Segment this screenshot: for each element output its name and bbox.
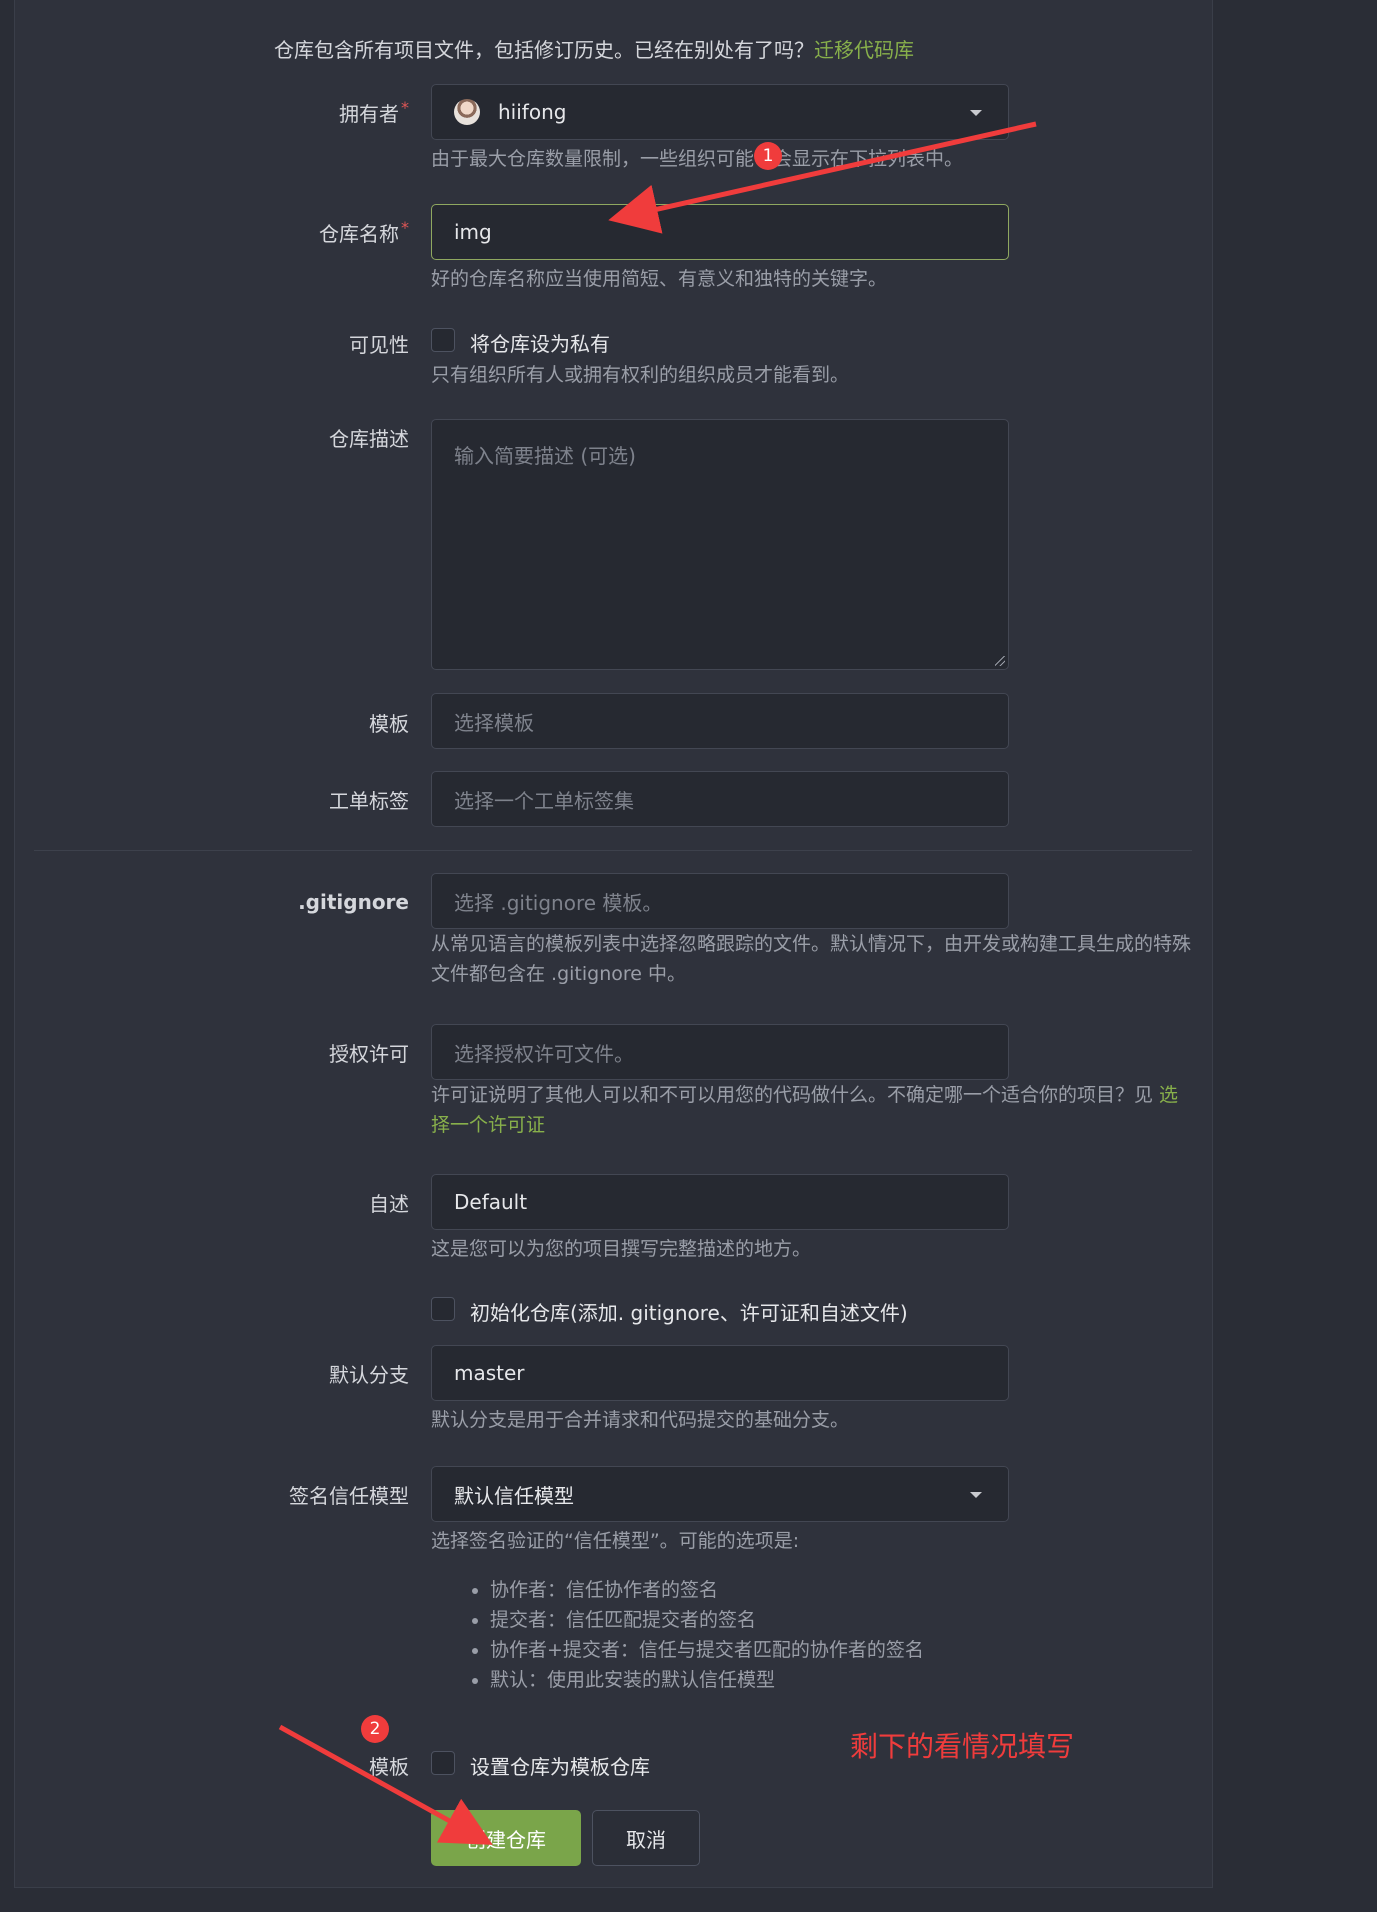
intro-message: 仓库包含所有项目文件，包括修订历史。已经在别处有了吗？ bbox=[274, 38, 814, 62]
template-placeholder: 选择模板 bbox=[454, 710, 534, 735]
default-branch-help: 默认分支是用于合并请求和代码提交的基础分支。 bbox=[431, 1409, 850, 1431]
chevron-down-icon bbox=[970, 110, 982, 116]
cancel-button[interactable]: 取消 bbox=[592, 1810, 700, 1866]
default-branch-input[interactable]: master bbox=[431, 1345, 1009, 1401]
owner-help: 由于最大仓库数量限制，一些组织可能不会显示在下拉列表中。 bbox=[431, 148, 964, 170]
list-item: 提交者：信任匹配提交者的签名 bbox=[490, 1605, 924, 1635]
required-marker: * bbox=[401, 218, 409, 237]
gitignore-label: .gitignore bbox=[298, 890, 409, 914]
annotation-marker-1: 1 bbox=[754, 142, 782, 170]
owner-label: 拥有者 * bbox=[339, 98, 409, 127]
license-label: 授权许可 bbox=[329, 1042, 409, 1066]
list-item: 协作者+提交者：信任与提交者匹配的协作者的签名 bbox=[490, 1635, 924, 1665]
license-help: 许可证说明了其他人可以和不可以用您的代码做什么。不确定哪一个适合你的项目？见 选… bbox=[431, 1080, 1191, 1140]
default-branch-value: master bbox=[454, 1361, 525, 1385]
list-item: 协作者：信任协作者的签名 bbox=[490, 1575, 924, 1605]
readme-label: 自述 bbox=[369, 1192, 409, 1216]
repo-name-value: img bbox=[454, 220, 492, 244]
gitignore-placeholder: 选择 .gitignore 模板。 bbox=[454, 890, 663, 915]
trust-model-value: 默认信任模型 bbox=[454, 1483, 574, 1508]
private-checkbox[interactable] bbox=[431, 328, 455, 352]
gitignore-help: 从常见语言的模板列表中选择忽略跟踪的文件。默认情况下，由开发或构建工具生成的特殊… bbox=[431, 933, 1192, 985]
list-item: 默认：使用此安装的默认信任模型 bbox=[490, 1665, 924, 1695]
description-label: 仓库描述 bbox=[329, 427, 409, 451]
owner-label-text: 拥有者 bbox=[339, 102, 399, 126]
chevron-down-icon bbox=[970, 1492, 982, 1498]
owner-dropdown[interactable]: hiifong bbox=[431, 84, 1009, 140]
trust-model-help: 选择签名验证的“信任模型”。可能的选项是: bbox=[431, 1530, 800, 1552]
auto-init-checkbox[interactable] bbox=[431, 1297, 455, 1321]
is-template-checkbox-label[interactable]: 设置仓库为模板仓库 bbox=[470, 1751, 650, 1780]
create-repo-button[interactable]: 创建仓库 bbox=[431, 1810, 581, 1866]
annotation-marker-2: 2 bbox=[361, 1715, 389, 1743]
section-divider bbox=[34, 850, 1192, 851]
template-select[interactable]: 选择模板 bbox=[431, 693, 1009, 749]
readme-help: 这是您可以为您的项目撰写完整描述的地方。 bbox=[431, 1238, 812, 1260]
owner-value: hiifong bbox=[498, 100, 567, 124]
private-checkbox-label[interactable]: 将仓库设为私有 bbox=[470, 328, 610, 357]
issue-labels-select[interactable]: 选择一个工单标签集 bbox=[431, 771, 1009, 827]
auto-init-checkbox-label[interactable]: 初始化仓库(添加. gitignore、许可证和自述文件) bbox=[470, 1297, 908, 1326]
trust-model-label: 签名信任模型 bbox=[289, 1484, 409, 1508]
description-textarea[interactable]: 输入简要描述 (可选) bbox=[431, 419, 1009, 670]
default-branch-label: 默认分支 bbox=[329, 1363, 409, 1387]
required-marker: * bbox=[401, 98, 409, 117]
resize-handle-icon[interactable] bbox=[995, 656, 1005, 666]
annotation-note: 剩下的看情况填写 bbox=[850, 1730, 1075, 1763]
is-template-checkbox[interactable] bbox=[431, 1751, 455, 1775]
intro-text: 仓库包含所有项目文件，包括修订历史。已经在别处有了吗？迁移代码库 bbox=[274, 34, 914, 63]
readme-select[interactable]: Default bbox=[431, 1174, 1009, 1230]
repo-name-help: 好的仓库名称应当使用简短、有意义和独特的关键字。 bbox=[431, 268, 888, 290]
visibility-help: 只有组织所有人或拥有权利的组织成员才能看到。 bbox=[431, 364, 850, 386]
template-label: 模板 bbox=[369, 712, 409, 736]
avatar bbox=[454, 99, 480, 125]
license-help-text: 许可证说明了其他人可以和不可以用您的代码做什么。不确定哪一个适合你的项目？见 bbox=[431, 1084, 1160, 1106]
gitignore-select[interactable]: 选择 .gitignore 模板。 bbox=[431, 873, 1009, 929]
license-placeholder: 选择授权许可文件。 bbox=[454, 1041, 634, 1066]
visibility-label: 可见性 bbox=[349, 333, 409, 357]
description-placeholder: 输入简要描述 (可选) bbox=[454, 444, 636, 468]
repo-name-input[interactable]: img bbox=[431, 204, 1009, 260]
trust-model-dropdown[interactable]: 默认信任模型 bbox=[431, 1466, 1009, 1522]
trust-model-options: 协作者：信任协作者的签名 提交者：信任匹配提交者的签名 协作者+提交者：信任与提… bbox=[466, 1575, 924, 1695]
readme-value: Default bbox=[454, 1190, 528, 1214]
repo-name-label: 仓库名称 * bbox=[319, 218, 409, 247]
license-select[interactable]: 选择授权许可文件。 bbox=[431, 1024, 1009, 1080]
migrate-repo-link[interactable]: 迁移代码库 bbox=[814, 38, 914, 62]
repo-name-label-text: 仓库名称 bbox=[319, 222, 399, 246]
is-template-label: 模板 bbox=[369, 1755, 409, 1779]
issue-labels-placeholder: 选择一个工单标签集 bbox=[454, 788, 634, 813]
issue-labels-label: 工单标签 bbox=[329, 789, 409, 813]
